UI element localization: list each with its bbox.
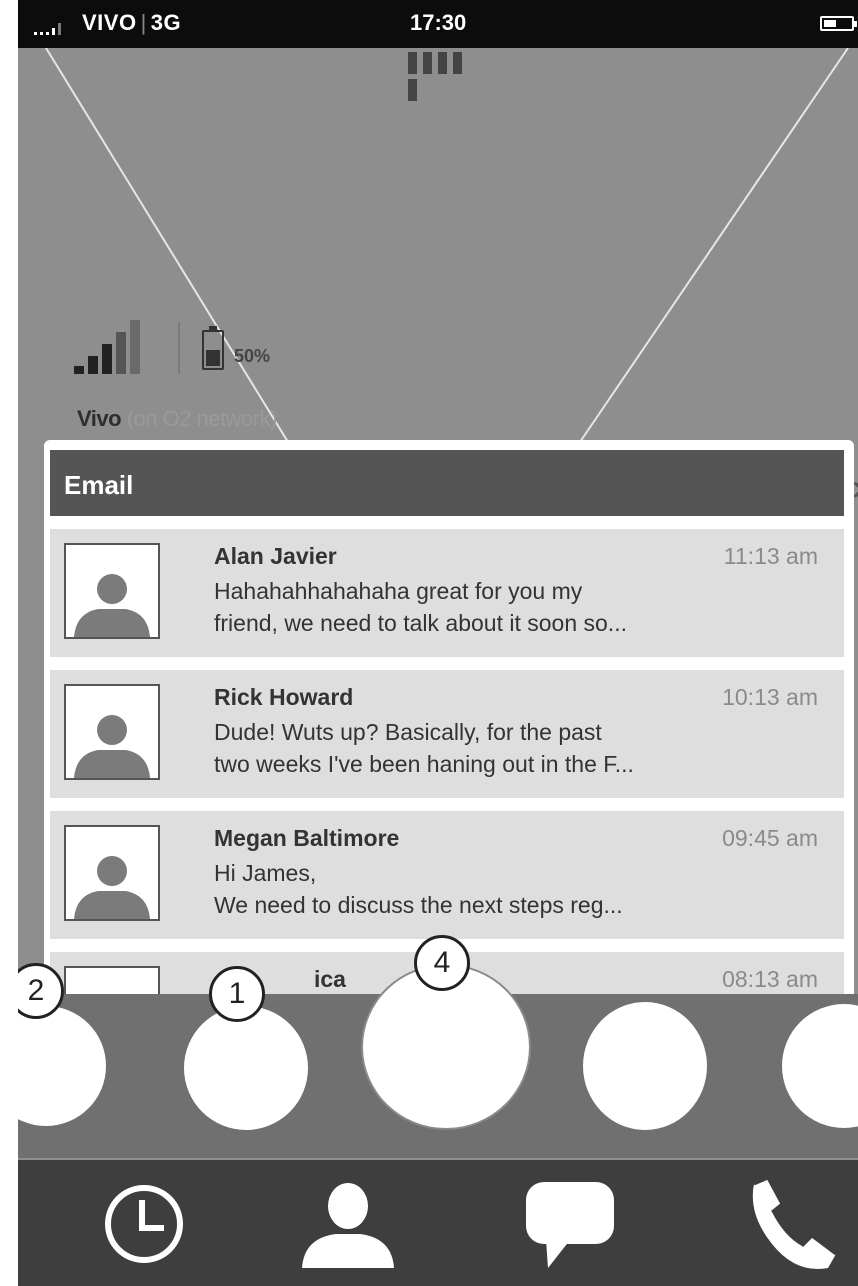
email-time: 08:13 am [722, 966, 818, 992]
network-note: (on O2 network) [126, 406, 278, 431]
contact-icon[interactable] [298, 1174, 398, 1274]
email-widget-header: Email [50, 450, 844, 516]
email-preview-line: We need to discuss the next steps reg... [214, 892, 623, 918]
person-avatar-icon [66, 827, 158, 919]
email-preview: Hahahahhahahaha great for you my friend,… [214, 575, 814, 639]
dock-app-bubble[interactable] [184, 1006, 308, 1130]
email-preview-line: Hahahahhahahaha great for you my [214, 578, 583, 604]
network-label: Vivo (on O2 network) [77, 406, 277, 432]
person-avatar-icon [66, 686, 158, 778]
email-time: 10:13 am [722, 684, 818, 710]
avatar [64, 684, 160, 780]
chat-bubble-icon[interactable] [522, 1178, 618, 1274]
email-preview-line: friend, we need to talk about it soon so… [214, 610, 627, 636]
avatar [64, 543, 160, 639]
clock-icon[interactable] [102, 1182, 186, 1266]
dock-app-bubble[interactable] [583, 1002, 707, 1130]
tab-bar [18, 1160, 858, 1286]
avatar [64, 825, 160, 921]
carrier-name: VIVO [82, 10, 137, 35]
email-time: 09:45 am [722, 825, 818, 851]
email-widget-title: Email [64, 470, 134, 500]
email-preview: Hi James, We need to discuss the next st… [214, 857, 814, 921]
email-row[interactable]: Rick Howard 10:13 am Dude! Wuts up? Basi… [50, 670, 844, 798]
app-dock [18, 964, 858, 1158]
phone-icon[interactable] [740, 1174, 840, 1274]
notification-badge: 4 [414, 935, 470, 991]
email-row[interactable]: Megan Baltimore 09:45 am Hi James, We ne… [50, 811, 844, 939]
battery-icon [820, 16, 857, 31]
email-sender: Alan Javier [214, 543, 337, 569]
status-signal-icon [34, 23, 61, 35]
email-preview-line: Dude! Wuts up? Basically, for the past [214, 719, 602, 745]
status-separator: | [140, 10, 147, 35]
email-sender: ica [314, 966, 346, 992]
drag-handle[interactable] [408, 52, 480, 101]
status-time: 17:30 [410, 10, 467, 35]
status-bar: VIVO | 3G 17:30 [18, 0, 858, 48]
email-sender: Rick Howard [214, 684, 354, 710]
battery-percent: 50% [234, 346, 271, 366]
network-carrier-name: Vivo [77, 406, 122, 431]
email-preview-line: two weeks I've been haning out in the F.… [214, 751, 634, 777]
email-sender: Megan Baltimore [214, 825, 400, 851]
signal-strength-icon [74, 320, 140, 374]
dock-app-bubble[interactable] [18, 1006, 106, 1126]
status-carrier: VIVO | 3G [34, 10, 181, 36]
email-time: 11:13 am [723, 543, 818, 569]
phone-screen: VIVO|3G 17:30 50% Vivo (on O2 network) c… [18, 0, 858, 1286]
notification-badge: 1 [209, 966, 265, 1022]
person-avatar-icon [66, 545, 158, 637]
email-widget[interactable]: Email Alan Javier 11:13 am Hahahahhahaha… [44, 440, 854, 1006]
email-preview-line: Hi James, [214, 860, 317, 886]
dock-app-bubble[interactable] [782, 1004, 858, 1128]
email-preview: Dude! Wuts up? Basically, for the past t… [214, 716, 814, 780]
network-type: 3G [150, 10, 182, 35]
battery-level-icon [202, 326, 224, 370]
signal-divider [178, 322, 180, 374]
email-row[interactable]: Alan Javier 11:13 am Hahahahhahahaha gre… [50, 529, 844, 657]
